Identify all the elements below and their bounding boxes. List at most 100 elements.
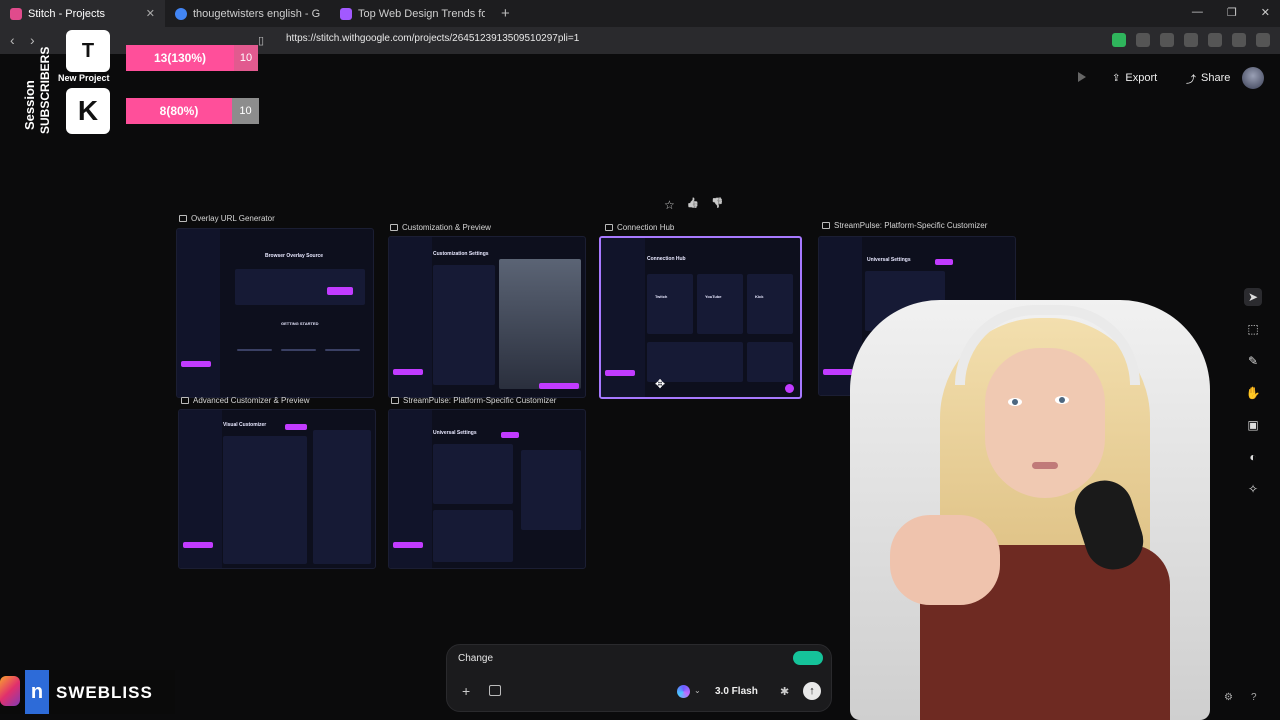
platform-card-youtube: YouTube (697, 274, 743, 334)
sparkle-icon[interactable]: ✧ (1244, 480, 1262, 498)
screen-card-customization-preview[interactable]: Customization Settings (388, 236, 586, 398)
card-accent-button (327, 287, 353, 295)
minimize-icon[interactable]: — (1192, 6, 1203, 19)
url-field[interactable]: https://stitch.withgoogle.com/projects/2… (286, 33, 579, 44)
card-panel (747, 342, 793, 382)
subscribers-label: SUBSCRIBERS (38, 46, 52, 134)
extension-icon[interactable] (1160, 33, 1174, 47)
close-tab-icon[interactable]: ✕ (146, 7, 155, 20)
thumbs-down-icon[interactable]: 👎 (711, 198, 723, 212)
screen-label[interactable]: Connection Hub (605, 223, 674, 232)
back-icon[interactable]: ‹ (10, 32, 15, 48)
card-panel (313, 430, 371, 564)
card-heading: Connection Hub (647, 256, 686, 262)
screen-label[interactable]: StreamPulse: Platform-Specific Customize… (822, 221, 987, 230)
card-panel (223, 436, 307, 564)
help-icon[interactable]: ? (1251, 692, 1257, 703)
card-accent-button (823, 369, 853, 375)
feedback-toolbar: ☆ 👍 👎 (664, 198, 724, 212)
screen-label[interactable]: Advanced Customizer & Preview (181, 396, 310, 405)
card-preview-image (499, 259, 581, 389)
bookmark-icon[interactable]: ▯ (258, 34, 264, 47)
puzzle-icon[interactable] (1208, 33, 1222, 47)
play-icon[interactable] (1078, 72, 1086, 82)
sidebar-icon[interactable] (1232, 33, 1246, 47)
add-icon[interactable]: + (462, 683, 470, 699)
star-icon[interactable]: ☆ (664, 198, 675, 212)
hand-icon[interactable]: ✋ (1244, 384, 1262, 402)
card-heading: Browser Overlay Source (265, 253, 324, 259)
card-accent-button (935, 259, 953, 265)
voice-icon[interactable]: ✱ (780, 685, 789, 698)
webcam-person-hands (890, 515, 1000, 605)
share-button[interactable]: ⤴ Share (1186, 68, 1230, 88)
brand-logo-icon: n (25, 670, 49, 714)
platform-card-kick: Kick (747, 274, 793, 334)
card-line (281, 349, 316, 351)
kick-logo-icon: K (66, 88, 110, 134)
pen-icon[interactable]: ✎ (1244, 352, 1262, 370)
tab-stitch[interactable]: Stitch - Projects ✕ (0, 0, 165, 27)
maximize-icon[interactable]: ❐ (1227, 6, 1237, 19)
screen-card-overlay-url-generator[interactable]: Browser Overlay Source GETTING STARTED (176, 228, 374, 398)
close-window-icon[interactable]: ✕ (1261, 6, 1270, 19)
card-accent-button (539, 383, 579, 389)
thumbs-up-icon[interactable]: 👍 (687, 198, 699, 212)
platform-card-twitch: Twitch (647, 274, 693, 334)
settings-icon[interactable]: ⚙ (1224, 692, 1233, 703)
card-accent-button (393, 542, 423, 548)
session-label: Session (22, 80, 37, 130)
chevron-down-icon[interactable]: ⌄ (694, 686, 701, 695)
extension-icon[interactable] (1184, 33, 1198, 47)
model-logo-icon[interactable] (677, 685, 690, 698)
prompt-input[interactable]: Change (458, 653, 493, 664)
screen-icon (391, 397, 399, 404)
export-icon: ⇪ (1112, 72, 1121, 84)
pointer-tool-icon[interactable]: ➤ (1244, 288, 1262, 306)
palette-icon[interactable]: ◐ (1244, 448, 1262, 466)
screen-card-advanced-customizer[interactable]: Visual Customizer (178, 409, 376, 569)
forward-icon[interactable]: › (30, 32, 35, 48)
export-button[interactable]: ⇪ Export (1112, 68, 1157, 88)
screen-label[interactable]: Customization & Preview (390, 223, 491, 232)
browser-tab-bar: Stitch - Projects ✕ thougetwisters engli… (0, 0, 1280, 27)
tab-google-search[interactable]: thougetwisters english - Google Sea (165, 0, 330, 27)
card-panel (433, 265, 495, 385)
tab-title: Stitch - Projects (28, 7, 106, 20)
card-panel (433, 510, 513, 562)
attach-image-icon[interactable] (489, 685, 501, 696)
card-accent-button (605, 370, 635, 376)
grammarly-icon[interactable] (793, 651, 823, 665)
screen-label[interactable]: StreamPulse: Platform-Specific Customize… (391, 396, 556, 405)
send-button[interactable]: ↑ (803, 682, 821, 700)
card-heading: Customization Settings (433, 251, 489, 257)
select-frame-icon[interactable]: ⬚ (1244, 320, 1262, 338)
tab-figma[interactable]: Top Web Design Trends for 2026 | Fig (330, 0, 495, 27)
card-heading: Universal Settings (867, 257, 911, 263)
subscriber-goal-target-2: 10 (232, 98, 259, 124)
screen-icon (605, 224, 613, 231)
tab-title: thougetwisters english - Google Sea (193, 7, 320, 20)
card-accent-fab (785, 384, 794, 393)
avatar[interactable] (1242, 67, 1264, 89)
screen-card-connection-hub[interactable]: Connection Hub Twitch YouTube Kick (599, 236, 802, 399)
extension-icon[interactable] (1112, 33, 1126, 47)
menu-icon[interactable] (1256, 33, 1270, 47)
new-tab-button[interactable]: + (501, 5, 510, 22)
image-icon[interactable]: ▣ (1244, 416, 1262, 434)
screen-card-platform-customizer-2[interactable]: Universal Settings (388, 409, 586, 569)
screen-label[interactable]: Overlay URL Generator (179, 214, 275, 223)
tab-title: Top Web Design Trends for 2026 | Fig (358, 7, 485, 20)
model-selector[interactable]: 3.0 Flash (715, 686, 758, 697)
card-accent-button (183, 542, 213, 548)
webcam-eye (1055, 396, 1069, 404)
card-panel (647, 342, 743, 382)
extension-icons (1112, 33, 1270, 47)
extension-icon[interactable] (1136, 33, 1150, 47)
window-controls: — ❐ ✕ (1192, 6, 1270, 19)
prompt-box[interactable]: Change + ⌄ 3.0 Flash ✱ ↑ (446, 644, 832, 712)
card-heading: Universal Settings (433, 430, 477, 436)
screen-icon (179, 215, 187, 222)
card-subheading: GETTING STARTED (281, 321, 319, 326)
twitch-logo-icon: T (66, 30, 110, 72)
